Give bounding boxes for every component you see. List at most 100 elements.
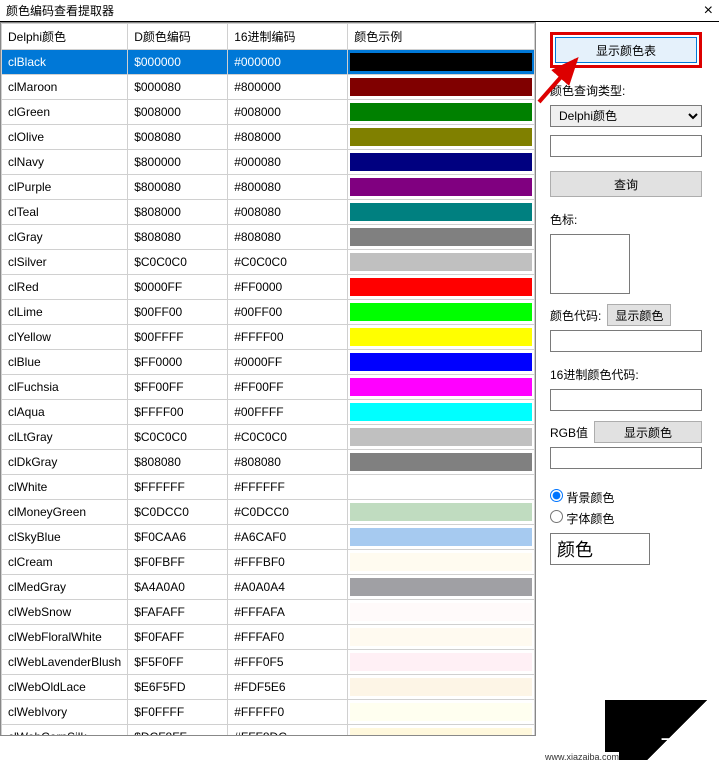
query-type-select[interactable]: Delphi颜色: [550, 105, 702, 127]
color-code-label: 颜色代码:: [550, 307, 601, 324]
highlight-annotation: 显示颜色表: [550, 32, 702, 68]
radio-font[interactable]: 字体颜色: [550, 510, 702, 527]
cell-hex: #000080: [228, 150, 348, 175]
cell-dcode: $808080: [128, 450, 228, 475]
table-row[interactable]: clTeal$808000#008080: [2, 200, 535, 225]
color-swatch: [350, 503, 532, 521]
table-row[interactable]: clCream$F0FBFF#FFFBF0: [2, 550, 535, 575]
table-row[interactable]: clMaroon$000080#800000: [2, 75, 535, 100]
table-row[interactable]: clWebIvory$F0FFFF#FFFFF0: [2, 700, 535, 725]
query-type-label: 颜色查询类型:: [550, 82, 702, 99]
table-row[interactable]: clWebCornSilk$DCF8FF#FFF8DC: [2, 725, 535, 737]
table-row[interactable]: clPurple$800080#800080: [2, 175, 535, 200]
cell-swatch: [348, 150, 535, 175]
column-header[interactable]: 颜色示例: [348, 24, 535, 50]
table-row[interactable]: clSilver$C0C0C0#C0C0C0: [2, 250, 535, 275]
table-row[interactable]: clBlue$FF0000#0000FF: [2, 350, 535, 375]
cell-hex: #00FF00: [228, 300, 348, 325]
radio-background[interactable]: 背景颜色: [550, 489, 702, 506]
watermark-url: www.xiazaiba.com: [545, 752, 619, 762]
color-swatch: [350, 53, 532, 71]
show-color-button-1[interactable]: 显示颜色: [607, 304, 671, 326]
table-row[interactable]: clGray$808080#808080: [2, 225, 535, 250]
table-row[interactable]: clSkyBlue$F0CAA6#A6CAF0: [2, 525, 535, 550]
color-swatch: [350, 453, 532, 471]
table-row[interactable]: clYellow$00FFFF#FFFF00: [2, 325, 535, 350]
column-header[interactable]: 16进制编码: [228, 24, 348, 50]
table-row[interactable]: clWebLavenderBlush$F5F0FF#FFF0F5: [2, 650, 535, 675]
table-row[interactable]: clDkGray$808080#808080: [2, 450, 535, 475]
cell-hex: #FFFBF0: [228, 550, 348, 575]
cell-swatch: [348, 475, 535, 500]
color-table-scroll[interactable]: Delphi颜色D颜色编码16进制编码颜色示例 clBlack$000000#0…: [0, 22, 536, 736]
cell-dcode: $A4A0A0: [128, 575, 228, 600]
cell-dcode: $FAFAFF: [128, 600, 228, 625]
cell-name: clGray: [2, 225, 128, 250]
cell-dcode: $DCF8FF: [128, 725, 228, 737]
cell-swatch: [348, 400, 535, 425]
window-title: 颜色编码查看提取器: [6, 2, 114, 19]
cell-hex: #808080: [228, 450, 348, 475]
cell-hex: #FDF5E6: [228, 675, 348, 700]
cell-dcode: $F0FBFF: [128, 550, 228, 575]
table-row[interactable]: clWebFloralWhite$F0FAFF#FFFAF0: [2, 625, 535, 650]
table-row[interactable]: clMedGray$A4A0A0#A0A0A4: [2, 575, 535, 600]
cell-dcode: $008000: [128, 100, 228, 125]
cell-dcode: $C0C0C0: [128, 425, 228, 450]
cell-swatch: [348, 450, 535, 475]
table-row[interactable]: clFuchsia$FF00FF#FF00FF: [2, 375, 535, 400]
table-row[interactable]: clMoneyGreen$C0DCC0#C0DCC0: [2, 500, 535, 525]
color-swatch: [350, 628, 532, 646]
table-row[interactable]: clWebOldLace$E6F5FD#FDF5E6: [2, 675, 535, 700]
table-row[interactable]: clLime$00FF00#00FF00: [2, 300, 535, 325]
color-code-input[interactable]: [550, 330, 702, 352]
table-row[interactable]: clWhite$FFFFFF#FFFFFF: [2, 475, 535, 500]
table-row[interactable]: clOlive$008080#808000: [2, 125, 535, 150]
rgb-input[interactable]: [550, 447, 702, 469]
cell-hex: #A0A0A4: [228, 575, 348, 600]
color-swatch: [350, 128, 532, 146]
cell-dcode: $808000: [128, 200, 228, 225]
hex-code-input[interactable]: [550, 389, 702, 411]
color-swatch: [350, 728, 532, 736]
cell-name: clMoneyGreen: [2, 500, 128, 525]
table-row[interactable]: clGreen$008000#008000: [2, 100, 535, 125]
table-row[interactable]: clRed$0000FF#FF0000: [2, 275, 535, 300]
cell-dcode: $FF00FF: [128, 375, 228, 400]
column-header[interactable]: D颜色编码: [128, 24, 228, 50]
cell-dcode: $000000: [128, 50, 228, 75]
color-swatch: [350, 353, 532, 371]
hex-code-label: 16进制颜色代码:: [550, 366, 702, 383]
query-input[interactable]: [550, 135, 702, 157]
cell-swatch: [348, 425, 535, 450]
cell-hex: #FFFAFA: [228, 600, 348, 625]
table-row[interactable]: clBlack$000000#000000: [2, 50, 535, 75]
cell-name: clSilver: [2, 250, 128, 275]
cell-dcode: $008080: [128, 125, 228, 150]
cell-hex: #808000: [228, 125, 348, 150]
cell-swatch: [348, 175, 535, 200]
cell-name: clBlack: [2, 50, 128, 75]
cell-dcode: $F0CAA6: [128, 525, 228, 550]
show-color-table-button[interactable]: 显示颜色表: [555, 37, 697, 63]
color-swatch: [350, 278, 532, 296]
cell-name: clNavy: [2, 150, 128, 175]
cell-swatch: [348, 625, 535, 650]
cell-hex: #800080: [228, 175, 348, 200]
cell-name: clWebOldLace: [2, 675, 128, 700]
cell-hex: #C0C0C0: [228, 250, 348, 275]
table-row[interactable]: clLtGray$C0C0C0#C0C0C0: [2, 425, 535, 450]
color-target-radio-group: 背景颜色 字体颜色: [550, 489, 702, 527]
column-header[interactable]: Delphi颜色: [2, 24, 128, 50]
cell-dcode: $FFFF00: [128, 400, 228, 425]
color-swatch: [350, 528, 532, 546]
cell-dcode: $FF0000: [128, 350, 228, 375]
table-row[interactable]: clNavy$800000#000080: [2, 150, 535, 175]
cell-dcode: $000080: [128, 75, 228, 100]
close-icon[interactable]: ×: [704, 2, 713, 20]
color-swatch: [350, 653, 532, 671]
table-row[interactable]: clWebSnow$FAFAFF#FFFAFA: [2, 600, 535, 625]
query-button[interactable]: 查询: [550, 171, 702, 197]
table-row[interactable]: clAqua$FFFF00#00FFFF: [2, 400, 535, 425]
show-color-button-2[interactable]: 显示颜色: [594, 421, 702, 443]
